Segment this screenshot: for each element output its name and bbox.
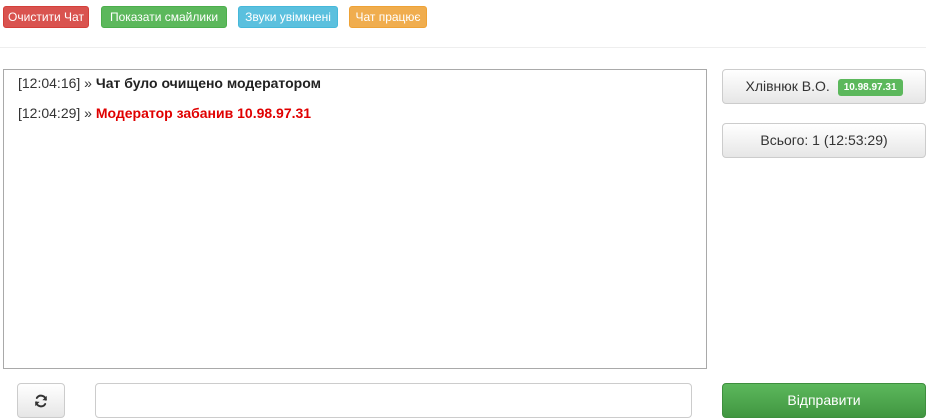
message-separator: » [84, 105, 92, 121]
refresh-button[interactable] [17, 383, 65, 418]
message-separator: » [84, 75, 92, 91]
message-time: [12:04:29] [18, 105, 81, 121]
message-time: [12:04:16] [18, 75, 81, 91]
chat-status-button[interactable]: Чат працює [349, 6, 427, 28]
message-input[interactable] [95, 383, 692, 418]
divider [0, 47, 926, 48]
user-button[interactable]: Хлівнюк В.О. 10.98.97.31 [722, 69, 926, 104]
refresh-icon [35, 394, 47, 407]
sounds-toggle-button[interactable]: Звуки увімкнені [238, 6, 338, 28]
chat-message: [12:04:29] » Модератор забанив 10.98.97.… [18, 103, 692, 133]
total-users-label: Всього: 1 (12:53:29) [760, 132, 888, 148]
message-text: Модератор забанив 10.98.97.31 [95, 105, 312, 121]
chat-log[interactable]: [12:04:16] » Чат було очищено модераторо… [3, 69, 707, 369]
show-smileys-button[interactable]: Показати смайлики [101, 6, 227, 28]
total-users-button[interactable]: Всього: 1 (12:53:29) [722, 123, 926, 158]
ip-badge: 10.98.97.31 [837, 79, 903, 96]
clear-chat-button[interactable]: Очистити Чат [3, 6, 89, 28]
user-name: Хлівнюк В.О. [745, 78, 830, 94]
chat-message: [12:04:16] » Чат було очищено модераторо… [18, 73, 692, 103]
message-text: Чат було очищено модератором [95, 75, 321, 91]
send-button[interactable]: Відправити [722, 383, 926, 418]
